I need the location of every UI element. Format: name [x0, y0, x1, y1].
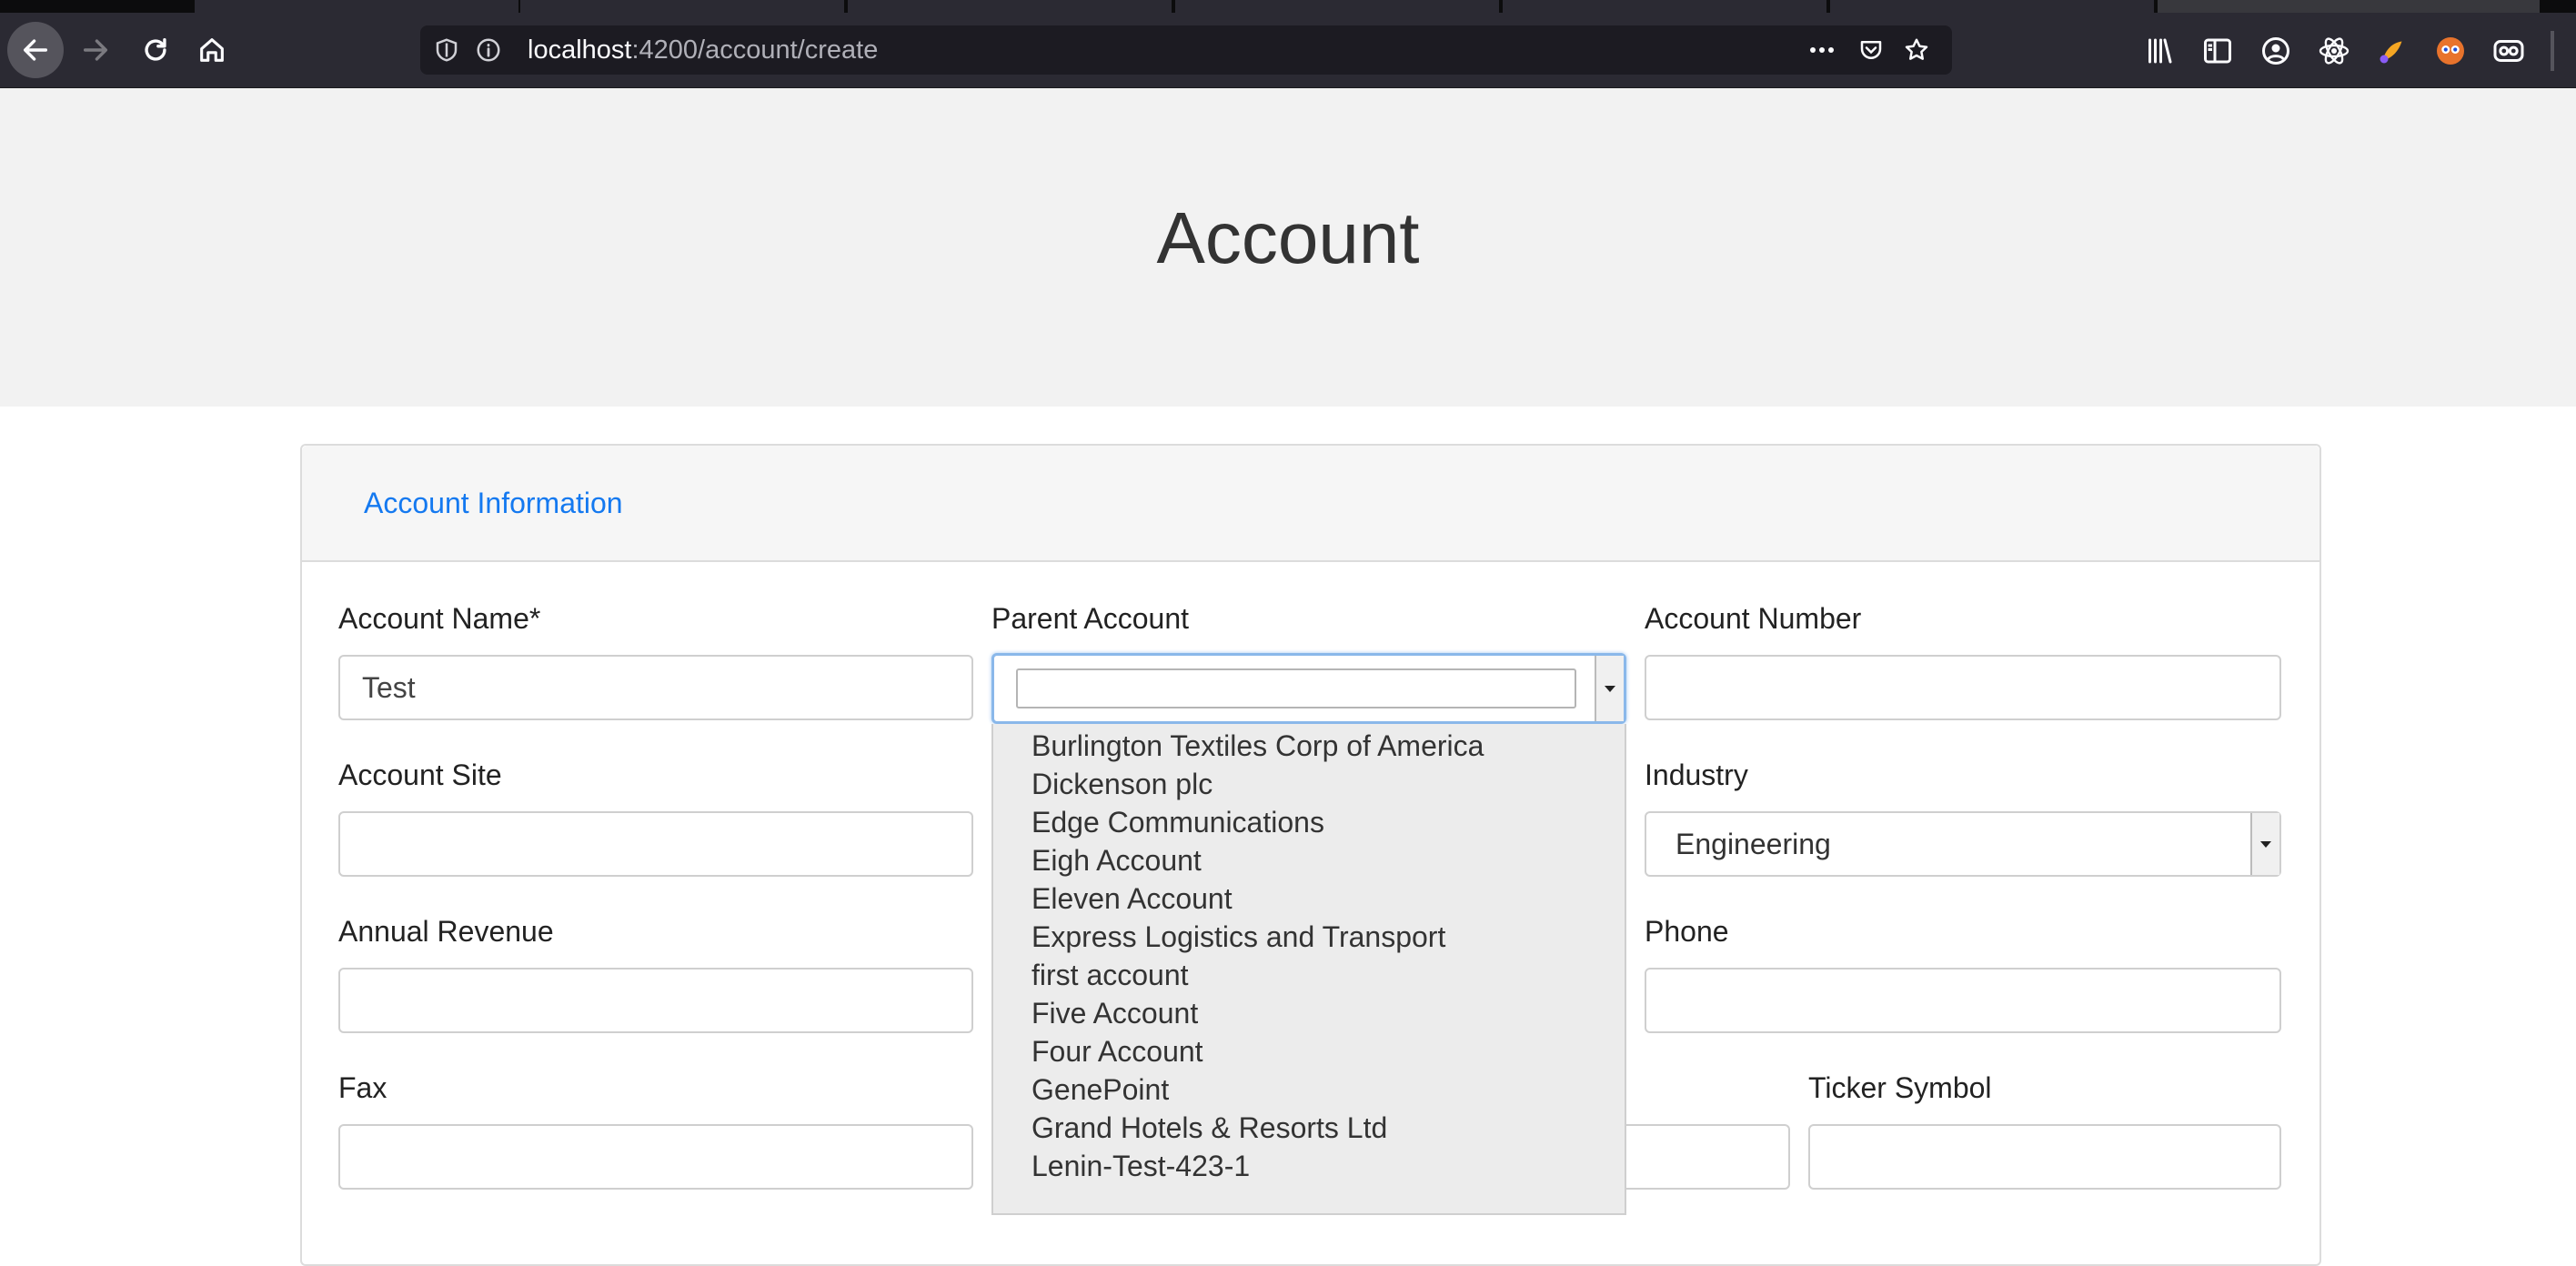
- library-icon[interactable]: [2143, 35, 2176, 67]
- arrow-right-icon: [83, 39, 108, 61]
- ticker-symbol-input[interactable]: [1808, 1124, 2281, 1190]
- industry-selected-value: Engineering: [1675, 828, 1831, 860]
- account-icon[interactable]: [2259, 35, 2292, 67]
- annual-revenue-input[interactable]: [338, 968, 973, 1033]
- dropdown-option[interactable]: Express Logistics and Transport: [1031, 919, 1445, 955]
- dropdown-option[interactable]: Grand Hotels & Resorts Ltd: [1031, 1110, 1387, 1146]
- parent-account-select[interactable]: [991, 653, 1626, 724]
- fax-label: Fax: [338, 1071, 387, 1104]
- chevron-down-icon: [1605, 685, 1615, 692]
- forward-button[interactable]: [67, 22, 124, 78]
- phone-label: Phone: [1645, 915, 1729, 948]
- browser-toolbar: localhost:4200/account/create: [0, 13, 2576, 89]
- browser-tab[interactable]: [1503, 0, 1828, 13]
- account-number-label: Account Number: [1645, 602, 1862, 635]
- home-button[interactable]: [184, 22, 240, 78]
- dropdown-option[interactable]: first account: [1031, 957, 1189, 993]
- annual-revenue-label: Annual Revenue: [338, 915, 554, 948]
- parent-account-label: Parent Account: [991, 602, 1190, 635]
- dropdown-option[interactable]: Eigh Account: [1031, 842, 1202, 879]
- home-icon: [200, 38, 224, 62]
- account-name-input[interactable]: [338, 655, 973, 720]
- parent-account-search-input[interactable]: [1016, 668, 1576, 708]
- phone-input[interactable]: [1645, 968, 2281, 1033]
- browser-tab[interactable]: [1830, 0, 2156, 13]
- account-name-label: Account Name*: [338, 602, 541, 635]
- more-actions-icon[interactable]: [1806, 36, 1837, 64]
- sidebar-icon[interactable]: [2201, 35, 2234, 67]
- browser-tab[interactable]: [1175, 0, 1501, 13]
- dropdown-option[interactable]: GenePoint: [1031, 1071, 1169, 1108]
- address-bar[interactable]: localhost:4200/account/create: [420, 25, 1952, 75]
- extension-cone-icon[interactable]: [2376, 35, 2409, 67]
- shield-icon[interactable]: [433, 36, 460, 64]
- industry-label: Industry: [1645, 759, 1748, 791]
- url-path: :4200/account/create: [631, 35, 879, 65]
- industry-dropdown-toggle[interactable]: [2250, 813, 2279, 875]
- account-site-input[interactable]: [338, 811, 973, 877]
- info-icon[interactable]: [475, 36, 502, 64]
- industry-select[interactable]: Engineering: [1645, 811, 2281, 877]
- browser-tab[interactable]: [195, 0, 520, 13]
- dropdown-option[interactable]: Five Account: [1031, 995, 1198, 1031]
- browser-tab[interactable]: [848, 0, 1173, 13]
- browser-tab-active[interactable]: [2158, 0, 2541, 13]
- dropdown-option[interactable]: Edge Communications: [1031, 804, 1324, 840]
- account-number-input[interactable]: [1645, 655, 2281, 720]
- bookmark-star-icon[interactable]: [1901, 36, 1932, 64]
- toolbar-separator: [2551, 31, 2554, 71]
- dropdown-option[interactable]: Burlington Textiles Corp of America: [1031, 728, 1484, 764]
- extension-face-icon[interactable]: [2434, 35, 2467, 67]
- dropdown-option[interactable]: Lenin-Test-423-1: [1031, 1148, 1250, 1184]
- arrow-left-icon: [23, 39, 48, 61]
- react-devtools-icon[interactable]: [2318, 35, 2350, 67]
- extension-glasses-icon[interactable]: [2492, 35, 2525, 67]
- dropdown-option[interactable]: Four Account: [1031, 1033, 1203, 1070]
- browser-tab[interactable]: [520, 0, 846, 13]
- account-site-label: Account Site: [338, 759, 502, 791]
- parent-account-dropdown-list: Burlington Textiles Corp of America Dick…: [991, 724, 1626, 1215]
- dropdown-option[interactable]: Eleven Account: [1031, 880, 1233, 917]
- browser-tab-strip: [0, 0, 2576, 13]
- pocket-icon[interactable]: [1856, 36, 1887, 64]
- page-title: Account: [1156, 197, 1420, 278]
- url-host: localhost: [528, 35, 632, 65]
- fax-input[interactable]: [338, 1124, 973, 1190]
- reload-icon: [145, 37, 166, 61]
- partially-hidden-input[interactable]: [1601, 1124, 1790, 1190]
- ticker-symbol-label: Ticker Symbol: [1808, 1071, 1992, 1104]
- reload-button[interactable]: [127, 22, 184, 78]
- chevron-down-icon: [2260, 840, 2271, 848]
- back-button[interactable]: [7, 22, 64, 78]
- card-header: Account Information: [302, 446, 2319, 562]
- url-text[interactable]: localhost:4200/account/create: [528, 25, 878, 75]
- tab-account-information[interactable]: Account Information: [364, 446, 623, 560]
- dropdown-option[interactable]: Dickenson plc: [1031, 766, 1213, 802]
- parent-account-dropdown-toggle[interactable]: [1595, 656, 1624, 721]
